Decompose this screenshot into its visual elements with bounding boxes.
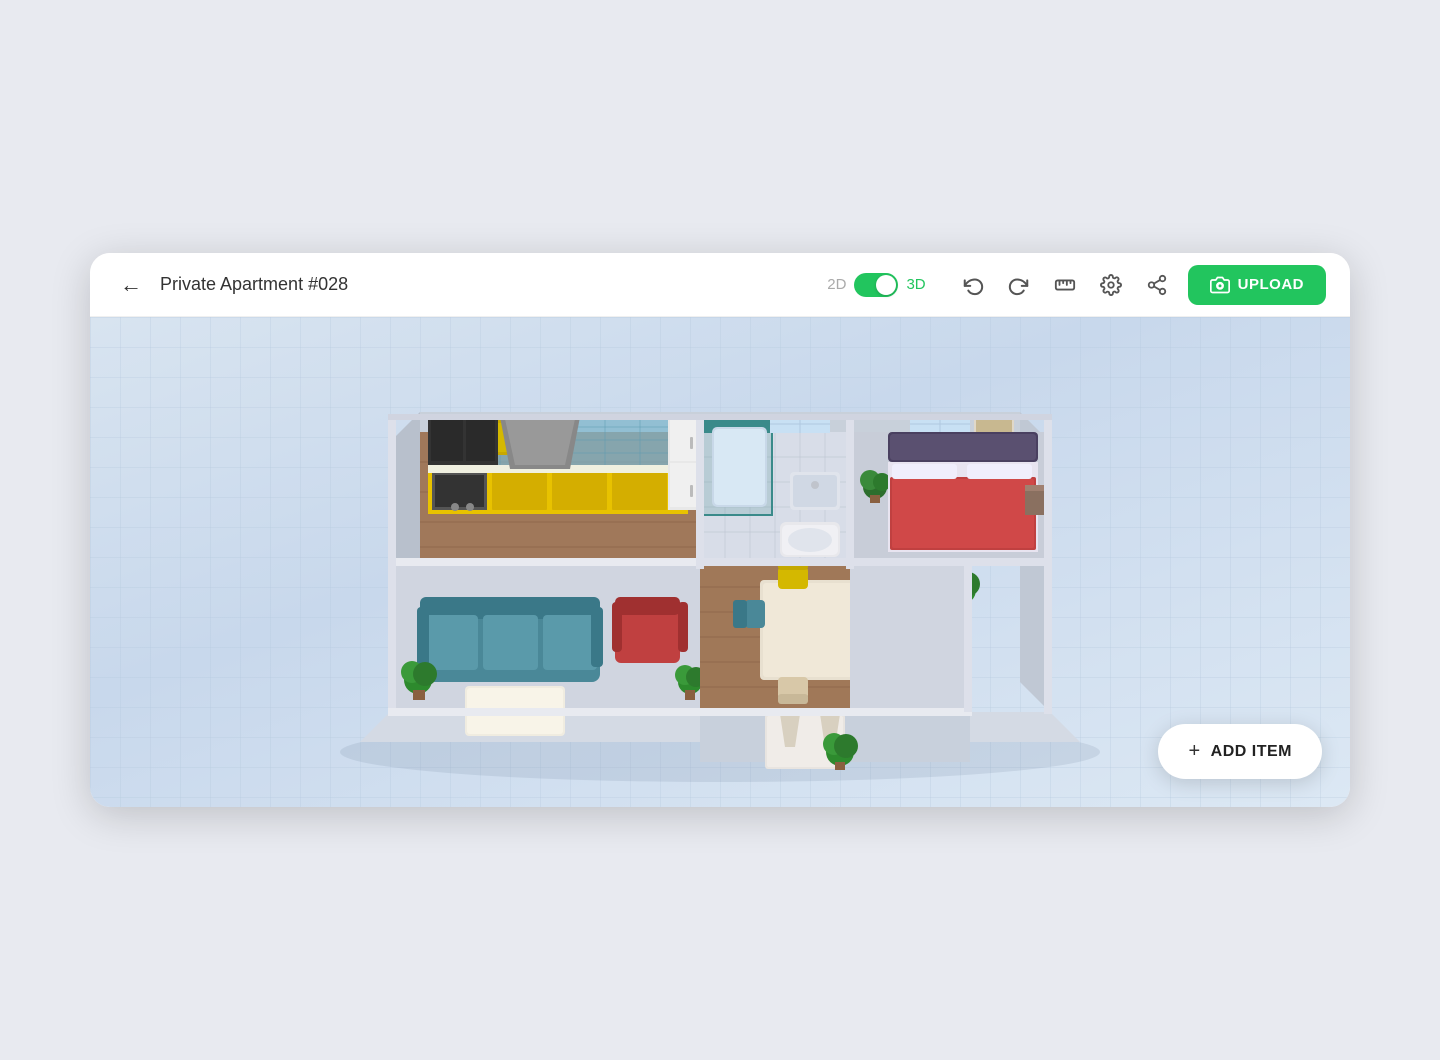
- page-title: Private Apartment #028: [160, 274, 815, 295]
- scene-container: [90, 317, 1350, 807]
- view-mode-toggle[interactable]: [854, 273, 898, 297]
- view-3d-label: 3D: [906, 276, 925, 293]
- app-card: ← Private Apartment #028 2D 3D: [90, 253, 1350, 807]
- view-2d-label: 2D: [827, 276, 846, 293]
- back-icon: ←: [120, 272, 142, 298]
- redo-button[interactable]: [1004, 270, 1034, 300]
- share-icon: [1146, 274, 1168, 296]
- undo-icon: [962, 274, 984, 296]
- undo-button[interactable]: [958, 270, 988, 300]
- view-toggle: 2D 3D: [827, 273, 925, 297]
- viewport[interactable]: + ADD ITEM: [90, 317, 1350, 807]
- camera-icon: [1210, 275, 1230, 295]
- apartment-scene: [270, 332, 1170, 792]
- toolbar: ← Private Apartment #028 2D 3D: [90, 253, 1350, 317]
- add-item-button[interactable]: + ADD ITEM: [1158, 724, 1322, 779]
- back-button[interactable]: ←: [114, 266, 148, 304]
- add-item-label: ADD ITEM: [1211, 743, 1292, 761]
- settings-button[interactable]: [1096, 270, 1126, 300]
- redo-icon: [1008, 274, 1030, 296]
- toolbar-actions: UPLOAD: [958, 265, 1326, 305]
- share-button[interactable]: [1142, 270, 1172, 300]
- ruler-button[interactable]: [1050, 270, 1080, 300]
- toggle-knob: [876, 275, 896, 295]
- ruler-icon: [1054, 274, 1076, 296]
- upload-button[interactable]: UPLOAD: [1188, 265, 1326, 305]
- upload-label: UPLOAD: [1238, 276, 1304, 293]
- gear-icon: [1100, 274, 1122, 296]
- plus-icon: +: [1188, 740, 1200, 763]
